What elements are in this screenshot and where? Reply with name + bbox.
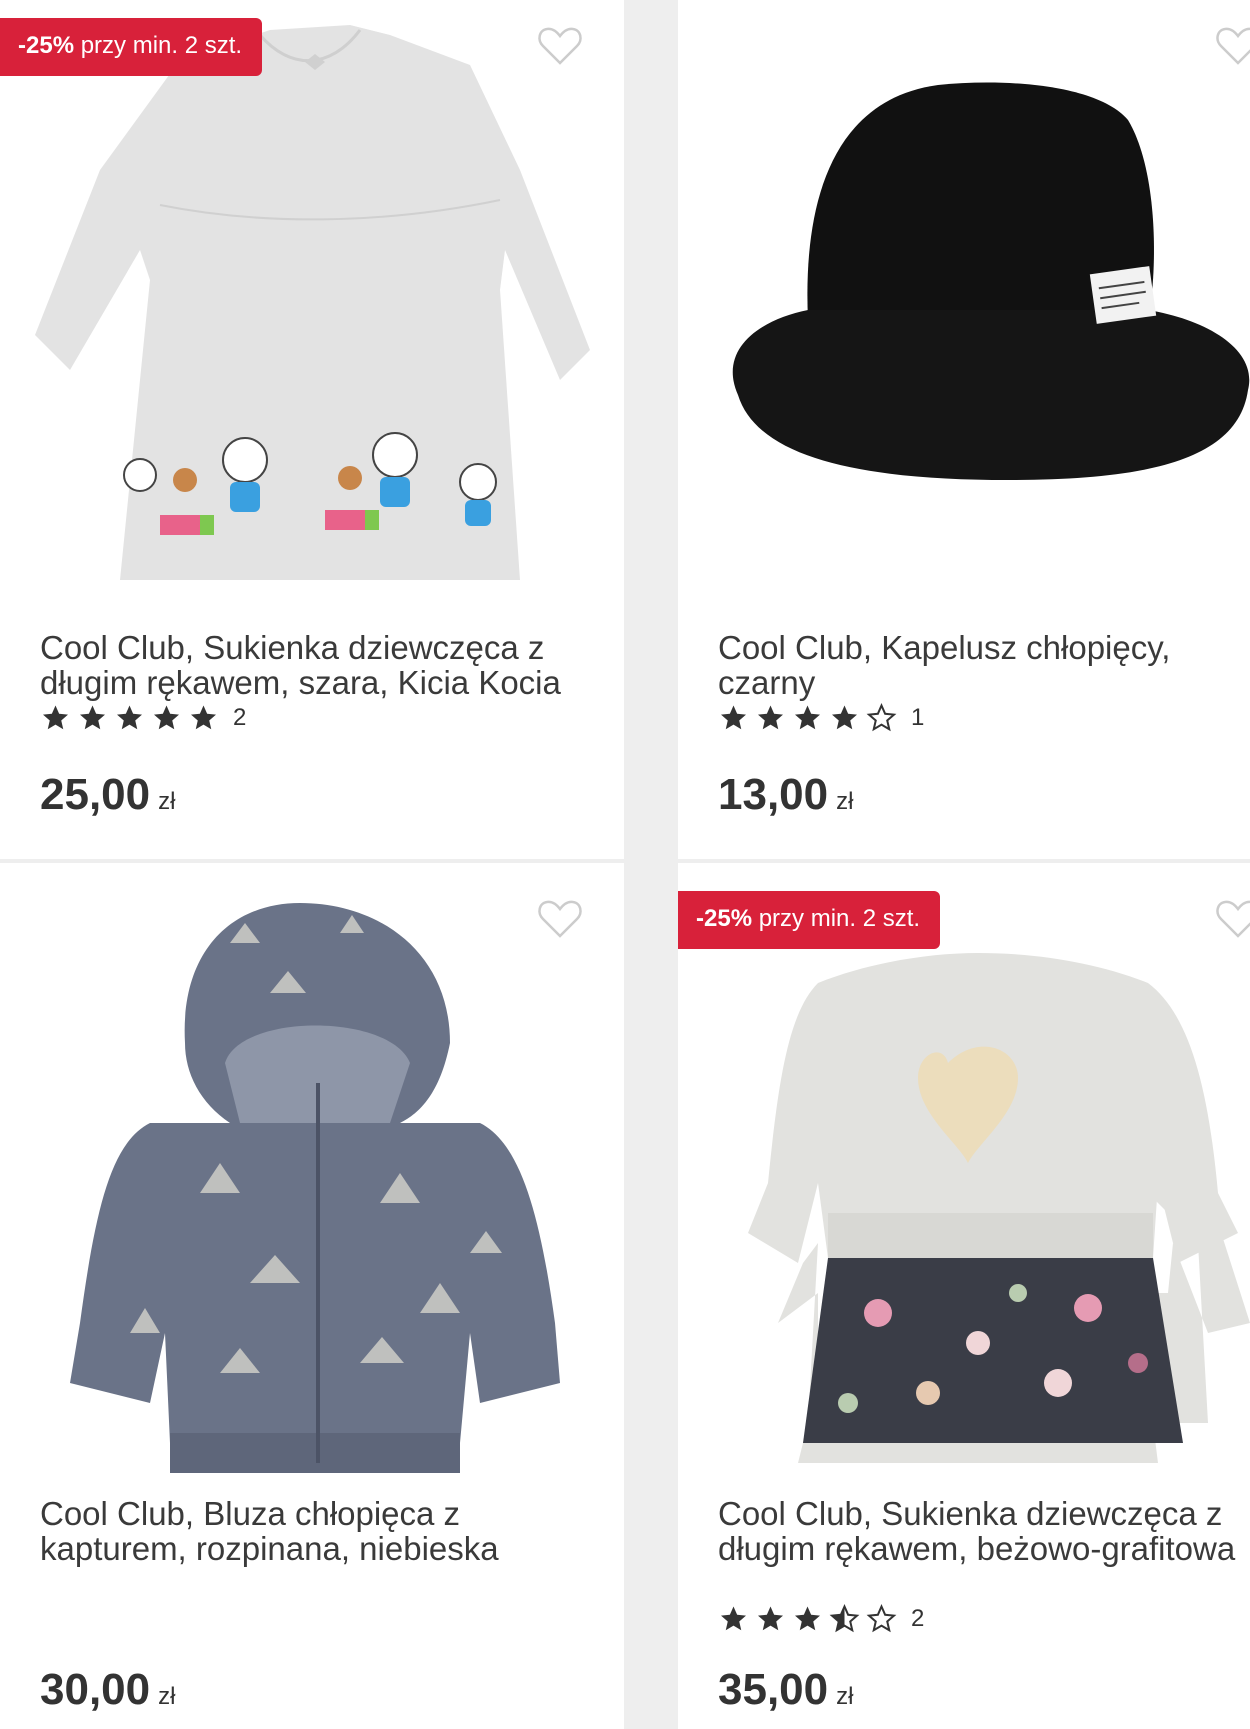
grey-dress-image <box>35 25 590 580</box>
product-card[interactable]: Cool Club, Bluza chłopięca z kapturem, r… <box>0 863 624 1729</box>
rating-count: 2 <box>233 704 247 731</box>
promo-badge: -25% przy min. 2 szt. <box>0 18 263 76</box>
product-rating: 1 <box>718 703 924 733</box>
product-title[interactable]: Cool Club, Kapelusz chłopięcy, czarny <box>718 630 1250 700</box>
star-filled-icon <box>795 705 820 730</box>
price-value: 25,00 <box>40 770 151 819</box>
product-price: 13,00 zł <box>718 770 853 820</box>
heart-icon[interactable] <box>535 20 585 70</box>
star-filled-icon <box>795 1606 820 1631</box>
product-rating: 2 <box>40 703 246 733</box>
price-currency: zł <box>836 788 854 815</box>
star-filled-icon <box>154 705 179 730</box>
heart-icon[interactable] <box>1213 893 1250 943</box>
rating-count: 2 <box>911 1605 925 1632</box>
price-value: 35,00 <box>718 1665 829 1714</box>
product-card[interactable]: -25% przy min. 2 szt. Cool Club, Sukienk… <box>0 0 624 859</box>
black-bucket-hat-image <box>732 82 1250 480</box>
price-currency: zł <box>158 1683 176 1710</box>
promo-badge: -25% przy min. 2 szt. <box>678 891 941 949</box>
price-value: 30,00 <box>40 1665 151 1714</box>
star-filled-icon <box>721 705 746 730</box>
heart-icon[interactable] <box>535 893 585 943</box>
star-filled-icon <box>758 1606 783 1631</box>
product-price: 35,00 zł <box>718 1665 853 1715</box>
product-price: 30,00 zł <box>40 1665 175 1715</box>
promo-badge-text: przy min. 2 szt. <box>752 905 921 932</box>
product-rating: 2 <box>718 1604 924 1634</box>
promo-badge-text: przy min. 2 szt. <box>74 32 243 59</box>
star-filled-icon <box>117 705 142 730</box>
star-filled-icon <box>832 705 857 730</box>
product-card[interactable]: Cool Club, Kapelusz chłopięcy, czarny 1 … <box>678 0 1250 859</box>
star-filled-icon <box>80 705 105 730</box>
product-title[interactable]: Cool Club, Sukienka dziewczęca z długim … <box>718 1496 1250 1566</box>
product-title[interactable]: Cool Club, Bluza chłopięca z kapturem, r… <box>40 1496 580 1566</box>
star-empty-icon <box>866 1604 897 1633</box>
product-image[interactable] <box>678 863 1250 1473</box>
product-price: 25,00 zł <box>40 770 175 820</box>
product-image[interactable] <box>678 0 1250 600</box>
star-filled-icon <box>721 1606 746 1631</box>
star-filled-icon <box>758 705 783 730</box>
star-filled-icon <box>43 705 68 730</box>
price-currency: zł <box>836 1683 854 1710</box>
promo-badge-percent: -25% <box>18 32 75 59</box>
star-filled-icon <box>191 705 216 730</box>
beige-graphite-dress-image <box>748 953 1250 1463</box>
product-grid: -25% przy min. 2 szt. Cool Club, Sukienk… <box>0 0 1250 1729</box>
star-empty-icon <box>866 703 897 732</box>
product-image[interactable] <box>0 863 624 1473</box>
product-card[interactable]: -25% przy min. 2 szt. Cool Club, Sukienk… <box>678 863 1250 1729</box>
product-title[interactable]: Cool Club, Sukienka dziewczęca z długim … <box>40 630 580 700</box>
promo-badge-percent: -25% <box>696 905 753 932</box>
product-image[interactable] <box>0 0 624 600</box>
price-currency: zł <box>158 788 176 815</box>
star-half-icon <box>829 1604 860 1633</box>
price-value: 13,00 <box>718 770 829 819</box>
rating-count: 1 <box>911 704 925 731</box>
heart-icon[interactable] <box>1213 20 1250 70</box>
blue-hoodie-image <box>70 903 560 1473</box>
